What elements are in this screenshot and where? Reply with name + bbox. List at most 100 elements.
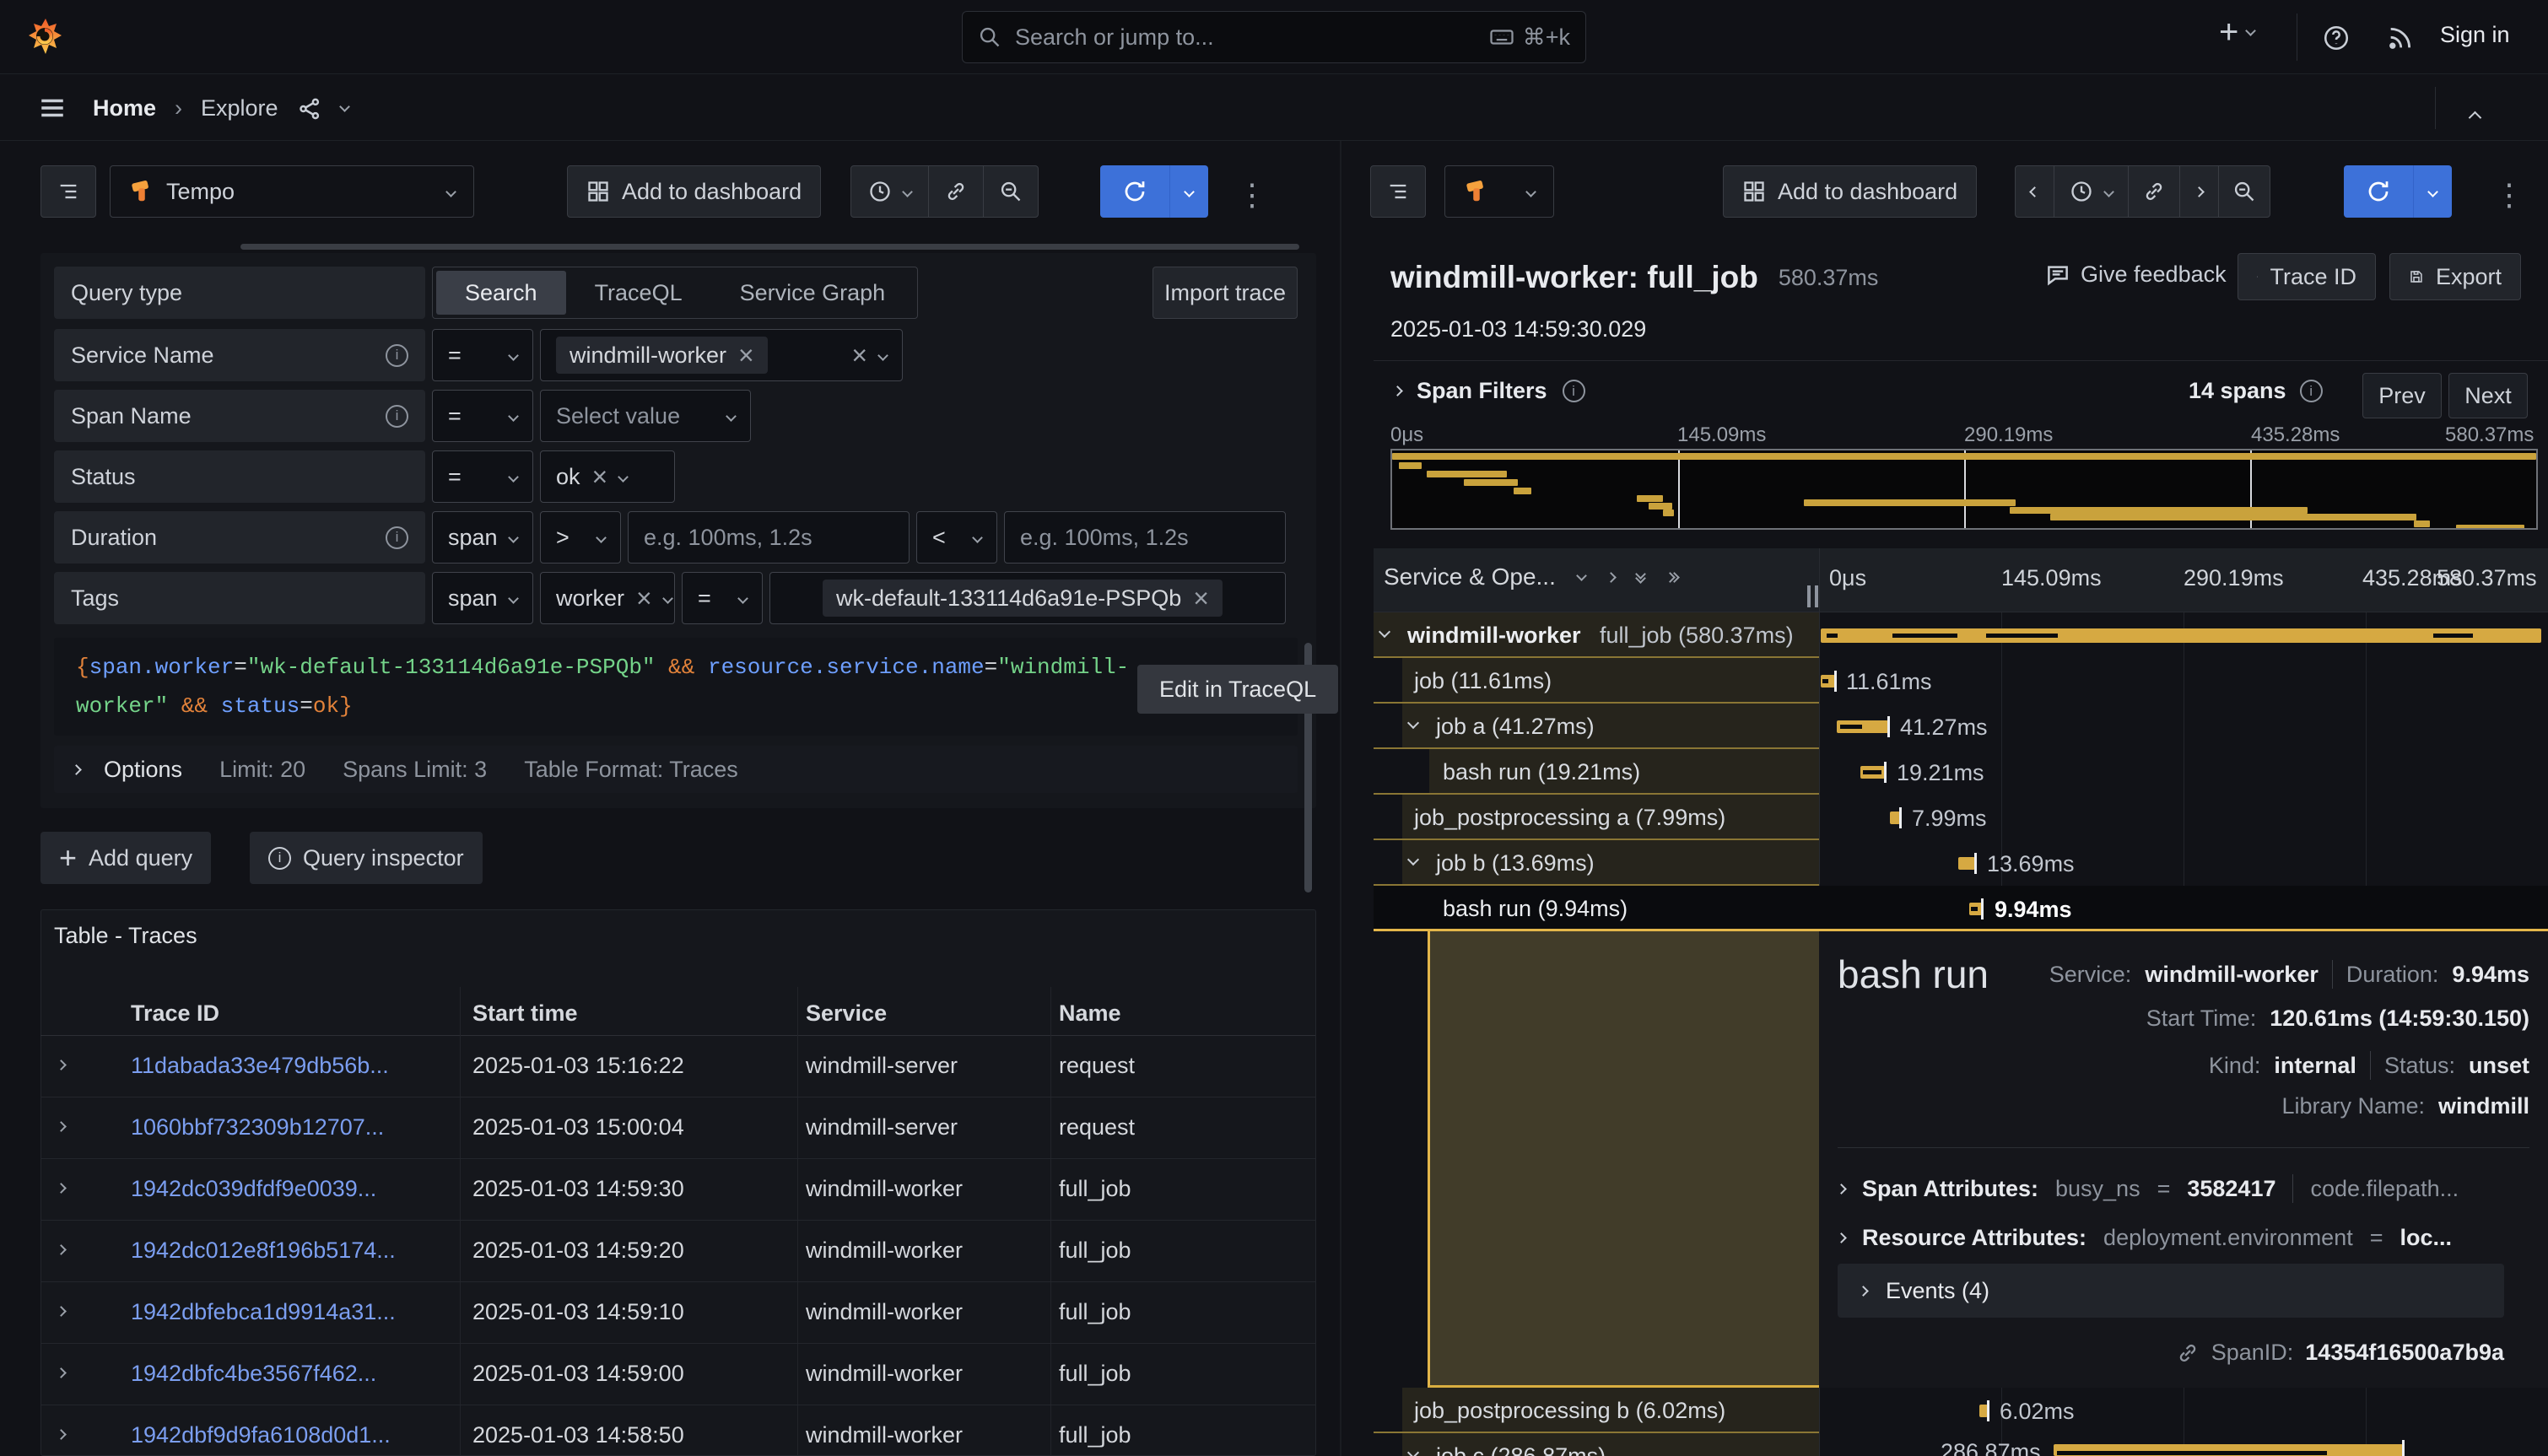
duration-scope[interactable]: span (432, 511, 533, 564)
chevron-down-icon[interactable] (877, 350, 888, 361)
trace-id-link[interactable]: 1942dbfebca1d9914a31... (131, 1299, 396, 1325)
collapse-pane-button[interactable] (2470, 102, 2480, 128)
remove-icon[interactable]: × (738, 342, 754, 369)
tags-scope[interactable]: span (432, 572, 533, 624)
sign-in-link[interactable]: Sign in (2440, 22, 2510, 48)
table-row[interactable]: 1942dc039dfdf9e0039... 2025-01-03 14:59:… (40, 1159, 1315, 1221)
events-toggle[interactable]: Events (4) (1838, 1264, 2504, 1318)
right-add-to-dashboard-button[interactable]: Add to dashboard (1723, 165, 1977, 218)
left-run-query-button[interactable] (1100, 165, 1208, 218)
expand-row-icon[interactable] (56, 1121, 67, 1132)
table-row[interactable]: 11dabada33e479db56b... 2025-01-03 15:16:… (40, 1036, 1315, 1097)
add-query-button[interactable]: + Add query (40, 832, 211, 884)
right-outline-button[interactable] (1370, 165, 1426, 218)
remove-icon[interactable]: × (592, 463, 608, 490)
right-kebab-menu[interactable]: ⋮ (2494, 177, 2524, 213)
trace-id-button[interactable]: Trace ID (2238, 253, 2376, 300)
chevron-down-icon[interactable] (1576, 570, 1587, 581)
table-row[interactable]: 1942dc012e8f196b5174... 2025-01-03 14:59… (40, 1221, 1315, 1282)
duration-op-lt[interactable]: < (916, 511, 997, 564)
tags-value-chip[interactable]: wk-default-133114d6a91e-PSPQb× (823, 580, 1223, 617)
column-resize-handle[interactable] (1807, 585, 1818, 607)
tags-key[interactable]: worker × (540, 572, 675, 624)
span-id-value[interactable]: 14354f16500a7b9a (2305, 1340, 2504, 1366)
options-toggle[interactable]: Options (104, 757, 182, 783)
table-row[interactable]: 1942dbf9d9fa6108d0d1... 2025-01-03 14:58… (40, 1405, 1315, 1456)
link-button[interactable] (2128, 166, 2179, 217)
link-button[interactable] (928, 166, 983, 217)
shift-right-button[interactable] (2179, 166, 2218, 217)
share-icon[interactable] (297, 96, 322, 121)
table-row[interactable]: 1942dbfc4be3567f462... 2025-01-03 14:59:… (40, 1344, 1315, 1405)
span-attributes-toggle[interactable]: Span Attributes: busy_ns = 3582417 code.… (1838, 1174, 2459, 1203)
time-picker-button[interactable] (2054, 166, 2128, 217)
edit-in-traceql-button[interactable]: Edit in TraceQL (1137, 665, 1338, 714)
shift-left-button[interactable] (2016, 166, 2054, 217)
expand-icon[interactable] (71, 764, 82, 775)
span-name-value[interactable]: Select value (540, 390, 751, 442)
expand-row-icon[interactable] (56, 1367, 67, 1378)
pane-divider[interactable] (1340, 141, 1341, 1456)
span-bar[interactable] (1821, 675, 1835, 688)
col-trace-id[interactable]: Trace ID (131, 1000, 219, 1027)
left-kebab-menu[interactable]: ⋮ (1237, 177, 1267, 213)
trace-id-link[interactable]: 11dabada33e479db56b... (131, 1053, 389, 1079)
give-feedback-link[interactable]: Give feedback (2045, 262, 2227, 288)
table-title[interactable]: Table - Traces (54, 923, 197, 949)
span-bar[interactable] (1837, 720, 1888, 733)
tab-search[interactable]: Search (436, 271, 566, 315)
global-search[interactable]: Search or jump to... ⌘+k (962, 11, 1586, 63)
service-name-value[interactable]: windmill-worker× × (540, 329, 903, 381)
grafana-logo[interactable] (25, 17, 66, 57)
next-button[interactable]: Next (2448, 373, 2528, 418)
duration-op-gt[interactable]: > (540, 511, 621, 564)
duration-max-input[interactable]: e.g. 100ms, 1.2s (1004, 511, 1286, 564)
expand-row-icon[interactable] (56, 1306, 67, 1317)
news-button[interactable] (2386, 24, 2415, 52)
chevron-right-icon[interactable] (1606, 572, 1617, 583)
service-name-chip[interactable]: windmill-worker× (556, 337, 768, 374)
table-row[interactable]: 1060bbf732309b12707... 2025-01-03 15:00:… (40, 1097, 1315, 1159)
table-row[interactable]: 1942dbfebca1d9914a31... 2025-01-03 14:59… (40, 1282, 1315, 1344)
tab-service-graph[interactable]: Service Graph (711, 271, 915, 315)
trace-id-link[interactable]: 1942dbf9d9fa6108d0d1... (131, 1422, 391, 1448)
tags-value[interactable]: wk-default-133114d6a91e-PSPQb× (769, 572, 1286, 624)
clear-icon[interactable]: × (851, 342, 867, 369)
left-add-to-dashboard-button[interactable]: Add to dashboard (567, 165, 821, 218)
remove-icon[interactable]: × (1193, 585, 1209, 612)
menu-toggle[interactable] (37, 94, 67, 122)
span-bar[interactable] (1821, 628, 2541, 643)
span-bar[interactable] (2054, 1444, 2403, 1456)
expand-row-icon[interactable] (56, 1060, 67, 1070)
span-bar[interactable] (1979, 1405, 1988, 1417)
span-filters-toggle[interactable]: Span Filters i (1394, 378, 1585, 404)
right-run-query-button[interactable] (2344, 165, 2452, 218)
expand-row-icon[interactable] (56, 1429, 67, 1440)
trace-id-link[interactable]: 1942dc012e8f196b5174... (131, 1238, 396, 1264)
resource-attributes-toggle[interactable]: Resource Attributes: deployment.environm… (1838, 1225, 2452, 1251)
col-start-time[interactable]: Start time (472, 1000, 578, 1027)
chevron-down-icon[interactable] (662, 593, 673, 604)
expand-row-icon[interactable] (56, 1183, 67, 1194)
prev-button[interactable]: Prev (2362, 373, 2442, 418)
tab-traceql[interactable]: TraceQL (566, 271, 711, 315)
time-picker-button[interactable] (851, 166, 928, 217)
span-bar[interactable] (1860, 766, 1885, 779)
trace-minimap[interactable] (1390, 449, 2538, 530)
query-inspector-button[interactable]: i Query inspector (250, 832, 483, 884)
expand-all-icon[interactable] (1666, 574, 1678, 581)
remove-icon[interactable]: × (636, 585, 652, 612)
link-icon[interactable] (2176, 1341, 2200, 1365)
col-name[interactable]: Name (1059, 1000, 1121, 1027)
new-menu-button[interactable]: + (2219, 15, 2254, 49)
chevron-down-icon[interactable] (339, 101, 350, 112)
tags-operator[interactable]: = (682, 572, 763, 624)
horizontal-scrollbar[interactable] (240, 244, 1299, 250)
status-operator[interactable]: = (432, 450, 533, 503)
zoom-out-button[interactable] (983, 166, 1038, 217)
breadcrumb-explore[interactable]: Explore (201, 95, 278, 121)
breadcrumb-home[interactable]: Home (93, 95, 156, 121)
span-bar[interactable] (1969, 903, 1982, 915)
trace-id-link[interactable]: 1060bbf732309b12707... (131, 1114, 384, 1141)
zoom-out-button[interactable] (2218, 166, 2270, 217)
